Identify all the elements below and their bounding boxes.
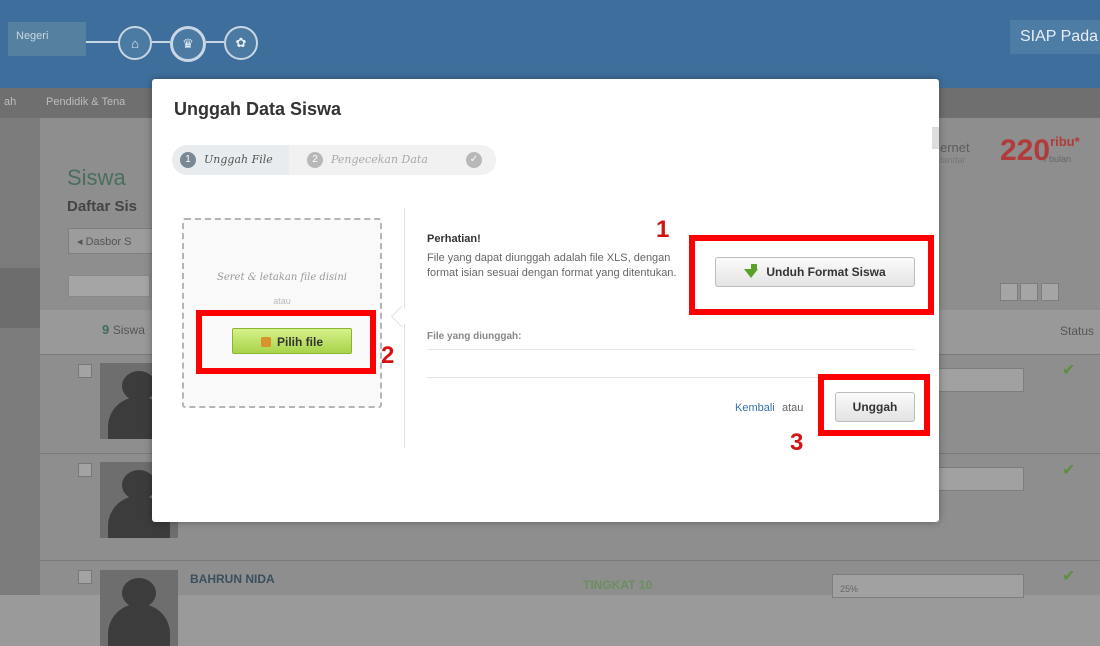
- plan-label: ernet tandar: [940, 140, 970, 165]
- check-icon: ✔: [1062, 462, 1076, 479]
- dialog-scrollbar[interactable]: [932, 127, 939, 149]
- subnav-item[interactable]: Pendidik & Tena: [46, 96, 125, 108]
- progress-field: [832, 574, 1024, 598]
- step-complete: ✓: [454, 145, 496, 175]
- dialog-title: Unggah Data Siswa: [174, 99, 342, 119]
- highlight-choose-file: [196, 310, 376, 374]
- school-icon[interactable]: ♛: [170, 26, 206, 62]
- uploaded-file-label: File yang diunggah:: [427, 331, 522, 342]
- student-level: TINGKAT 10: [583, 578, 653, 592]
- highlight-download: [689, 235, 934, 315]
- row-checkbox[interactable]: [78, 364, 92, 378]
- annotation-number: 1: [656, 216, 670, 243]
- row-checkbox[interactable]: [78, 463, 92, 477]
- check-icon: ✔: [1062, 362, 1076, 379]
- annotation-number: 3: [790, 429, 804, 456]
- school-label: Negeri: [16, 30, 49, 42]
- toolbar-buttons: [1020, 283, 1062, 306]
- row-divider: [40, 560, 1100, 561]
- bulk-select[interactable]: [68, 275, 150, 297]
- settings-icon[interactable]: ✿: [224, 26, 258, 60]
- back-to-dashboard-button[interactable]: ◂ Dasbor S: [68, 228, 158, 254]
- add-button[interactable]: [1041, 283, 1059, 301]
- avatar: [100, 570, 178, 646]
- drop-zone-or: atau: [273, 296, 291, 306]
- notice-title: Perhatian!: [427, 233, 481, 245]
- top-header: Negeri ⌂ ♛ ✿ SIAP Pada: [0, 0, 1100, 88]
- step-upload-file: 1 Unggah File: [172, 145, 301, 175]
- status-column-header: Status: [1060, 324, 1095, 338]
- search-button[interactable]: [1000, 283, 1018, 301]
- header-line: [206, 41, 224, 43]
- header-line: [86, 41, 118, 43]
- back-link[interactable]: Kembali: [735, 402, 775, 414]
- row-checkbox[interactable]: [78, 570, 92, 584]
- student-name[interactable]: BAHRUN NIDA: [190, 572, 275, 586]
- subnav-item[interactable]: ah: [4, 96, 16, 108]
- dashboard-icon[interactable]: ⌂: [118, 26, 152, 60]
- brand-label: SIAP Pada: [1010, 20, 1100, 54]
- left-sidebar: [0, 118, 40, 595]
- check-icon: ✔: [1062, 568, 1076, 585]
- notice-text: File yang dapat diunggah adalah file XLS…: [427, 252, 677, 279]
- check-icon: ✓: [466, 152, 482, 168]
- annotation-number: 2: [381, 342, 395, 369]
- student-count: 9 Siswa: [102, 322, 145, 337]
- drop-zone-text: Seret & letakan file disini: [216, 272, 347, 283]
- highlight-upload: [818, 374, 930, 436]
- panel-notch: [390, 305, 413, 328]
- panel-divider: [404, 208, 405, 448]
- plan-price: 220ribu* / bulan: [1000, 134, 1080, 167]
- step-data-check: 2 Pengecekan Data: [289, 145, 466, 175]
- or-text: atau: [782, 402, 804, 414]
- divider: [427, 349, 915, 350]
- sidebar-active: [0, 268, 40, 328]
- student-progress: 25%: [840, 584, 859, 594]
- header-line: [152, 41, 170, 43]
- filter-button[interactable]: [1020, 283, 1038, 301]
- page-subtitle: Daftar Sis: [67, 198, 138, 215]
- page-title: Siswa: [67, 165, 126, 190]
